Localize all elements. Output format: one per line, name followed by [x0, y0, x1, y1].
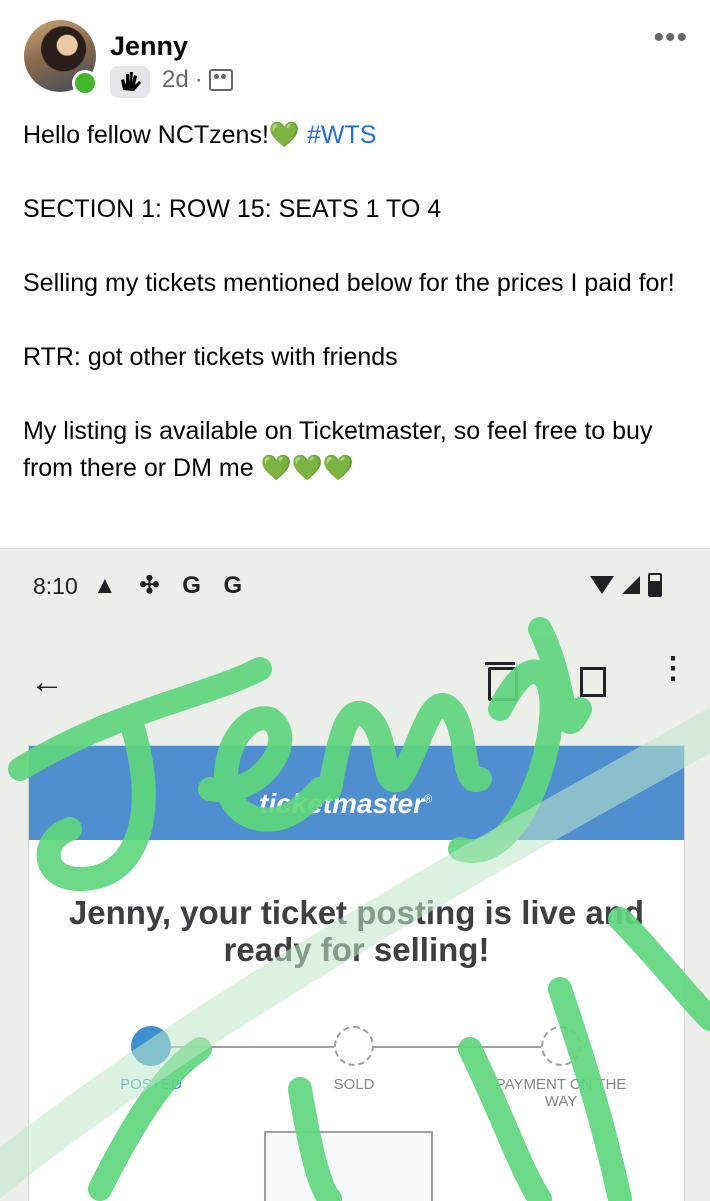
- post-line: Hello fellow NCTzens!💚 #WTS: [23, 121, 377, 149]
- wifi-icon: [590, 576, 614, 594]
- audience-group-icon: [208, 69, 233, 91]
- post-line: RTR: got other tickets with friends: [23, 343, 398, 371]
- status-right-icons: [590, 573, 662, 597]
- email-headline: Jenny, your ticket posting is live and r…: [68, 894, 645, 968]
- post-text: Hello fellow NCTzens!💚 #WTS SECTION 1: R…: [23, 117, 693, 487]
- more-options-button[interactable]: •••: [653, 23, 688, 53]
- overflow-menu-icon[interactable]: ⋮: [658, 654, 688, 684]
- step-payment: PAYMENT ON THE WAY: [481, 1026, 641, 1110]
- post-line: Selling my tickets mentioned below for t…: [23, 269, 675, 297]
- email-card: ticketmaster® Jenny, your ticket posting…: [28, 745, 685, 1201]
- waving-hand-badge-icon[interactable]: [110, 66, 150, 98]
- sold-check-icon: [334, 1026, 374, 1066]
- ticketmaster-logo: ticketmaster®: [259, 788, 433, 819]
- mark-unread-icon[interactable]: [580, 667, 606, 697]
- posted-icon: [131, 1026, 171, 1066]
- payment-flag-icon: [541, 1026, 581, 1066]
- online-status-dot: [72, 70, 98, 96]
- status-time: 8:10: [33, 573, 78, 599]
- signal-icon: [622, 576, 640, 594]
- email-app-bar: ← ⋮: [0, 649, 710, 719]
- trash-icon[interactable]: [485, 662, 518, 701]
- meta-separator: ·: [194, 66, 203, 93]
- post-line: SECTION 1: ROW 15: SEATS 1 TO 4: [23, 195, 442, 223]
- post-photo[interactable]: 8:10 ▲ ✣ G G ← ⋮ ticketmaster® Jenny, yo…: [0, 548, 710, 1201]
- post-header: Jenny 2d · •••: [0, 0, 710, 110]
- step-posted: POSTED: [71, 1026, 231, 1093]
- hashtag-link[interactable]: #WTS: [307, 121, 376, 149]
- phone-status-bar: 8:10 ▲ ✣ G G: [0, 549, 710, 629]
- progress-steps: POSTED SOLD PAYMENT ON THE WAY: [29, 1026, 684, 1110]
- document-illustration: [264, 1131, 433, 1201]
- back-arrow-icon[interactable]: ←: [30, 663, 64, 702]
- step-label: POSTED: [120, 1076, 182, 1093]
- post-line: My listing is available on Ticketmaster,…: [23, 417, 653, 482]
- step-sold: SOLD: [274, 1026, 434, 1093]
- battery-icon: [648, 573, 662, 597]
- author-name[interactable]: Jenny: [110, 31, 188, 62]
- status-notification-icons: ▲ ✣ G G: [93, 572, 251, 599]
- step-label: PAYMENT ON THE WAY: [495, 1076, 627, 1110]
- ticketmaster-header: ticketmaster®: [29, 746, 684, 840]
- post-meta: 2d ·: [162, 66, 233, 94]
- post-time[interactable]: 2d: [162, 66, 189, 94]
- step-label: SOLD: [333, 1076, 375, 1093]
